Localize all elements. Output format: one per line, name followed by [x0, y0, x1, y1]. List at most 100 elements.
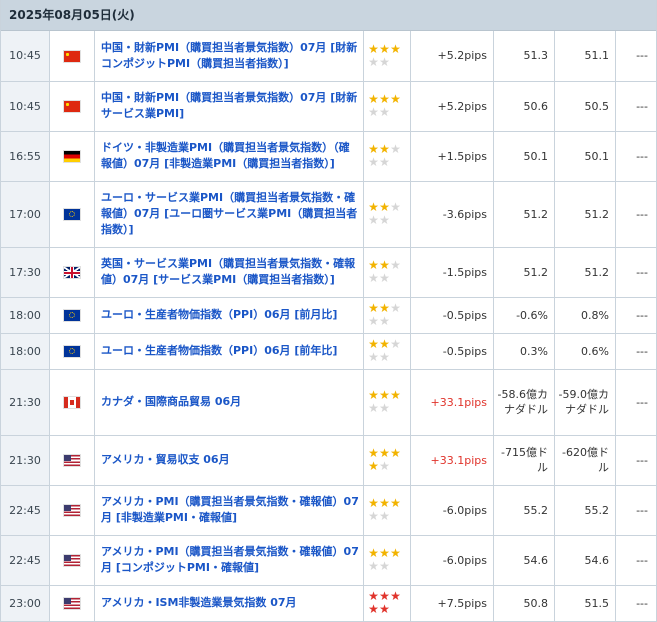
star-icon: ★ [368, 509, 379, 523]
result-value: --- [615, 181, 656, 248]
importance-stars: ★★★ ★★ [363, 247, 411, 298]
pips-change: +5.2pips [410, 81, 494, 132]
event-time: 21:30 [1, 435, 50, 486]
star-icon: ★ [379, 54, 390, 69]
event-name-link[interactable]: 中国・財新PMI（購買担当者景気指数）07月 [財新サービス業PMI] [94, 81, 364, 132]
event-name-link[interactable]: ユーロ・生産者物価指数（PPI）06月 [前月比] [94, 297, 364, 334]
event-country [49, 369, 95, 436]
star-icon: ★ [390, 388, 401, 402]
actual-value: 0.3% [493, 333, 555, 370]
star-icon: ★ [368, 155, 379, 169]
star-icon: ★ [390, 301, 401, 315]
event-time: 22:45 [1, 485, 50, 536]
result-value: --- [615, 535, 656, 586]
actual-value: 55.2 [493, 485, 555, 536]
event-name-link[interactable]: カナダ・国際商品貿易 06月 [94, 369, 364, 436]
star-icon: ★ [368, 459, 379, 473]
event-time: 17:00 [1, 181, 50, 248]
event-name-link[interactable]: アメリカ・ISM非製造業景気指数 07月 [94, 585, 364, 622]
event-row: 22:45 アメリカ・PMI（購買担当者景気指数・確報値）07月 [非製造業PMI… [1, 485, 656, 536]
china-flag-icon [64, 101, 80, 112]
star-icon: ★ [379, 459, 390, 473]
event-time: 17:30 [1, 247, 50, 298]
pips-change: +33.1pips [410, 435, 494, 486]
result-value: --- [615, 435, 656, 486]
event-row: 18:00 ユーロ・生産者物価指数（PPI）06月 [前月比] ★★★ ★★ -0.5p… [1, 297, 656, 334]
star-icon: ★ [390, 589, 401, 603]
importance-stars: ★★★ ★★ [363, 333, 411, 370]
star-icon: ★ [379, 271, 390, 285]
event-time: 22:45 [1, 535, 50, 586]
event-country [49, 297, 95, 334]
event-name-link[interactable]: ドイツ・非製造業PMI（購買担当者景気指数）（確報値）07月 [非製造業PMI（… [94, 131, 364, 182]
star-icon: ★ [390, 446, 401, 460]
event-row: 21:30 アメリカ・貿易収支 06月 ★★★ ★★ +33.1pips -715億ドル -… [1, 435, 656, 486]
importance-stars: ★★★ ★★ [363, 435, 411, 486]
star-icon: ★ [368, 401, 379, 415]
pips-change: +5.2pips [410, 31, 494, 82]
uk-flag-icon [64, 267, 80, 278]
eu-flag-icon [64, 209, 80, 220]
event-name-link[interactable]: 中国・財新PMI（購買担当者景気指数）07月 [財新コンポジットPMI（購買担当… [94, 31, 364, 82]
event-name-link[interactable]: ユーロ・サービス業PMI（購買担当者景気指数・確報値）07月 [ユーロ圏サービス… [94, 181, 364, 248]
pips-change: -6.0pips [410, 535, 494, 586]
result-value: --- [615, 31, 656, 82]
star-icon: ★ [379, 350, 390, 364]
event-country [49, 181, 95, 248]
star-icon: ★ [379, 509, 390, 523]
star-icon: ★ [390, 337, 401, 351]
usa-flag-icon [64, 505, 80, 516]
event-name-link[interactable]: 英国・サービス業PMI（購買担当者景気指数・確報値）07月 [サービス業PMI（… [94, 247, 364, 298]
event-name-link[interactable]: アメリカ・貿易収支 06月 [94, 435, 364, 486]
importance-stars: ★★★ ★★ [363, 131, 411, 182]
star-icon: ★ [368, 559, 379, 573]
result-value: --- [615, 81, 656, 132]
pips-change: -6.0pips [410, 485, 494, 536]
star-icon: ★ [368, 350, 379, 364]
event-name-link[interactable]: アメリカ・PMI（購買担当者景気指数・確報値）07月 [コンポジットPMI・確報… [94, 535, 364, 586]
usa-flag-icon [64, 555, 80, 566]
actual-value: 50.8 [493, 585, 555, 622]
event-name-link[interactable]: アメリカ・PMI（購買担当者景気指数・確報値）07月 [非製造業PMI・確報値] [94, 485, 364, 536]
event-row: 10:45 中国・財新PMI（購買担当者景気指数）07月 [財新コンポジットPMI… [1, 31, 656, 82]
previous-value: -620億ドル [554, 435, 616, 486]
star-icon: ★ [390, 92, 401, 106]
actual-value: 54.6 [493, 535, 555, 586]
pips-change: +33.1pips [410, 369, 494, 436]
event-row: 17:00 ユーロ・サービス業PMI（購買担当者景気指数・確報値）07月 [ユーロ… [1, 181, 656, 248]
event-time: 18:00 [1, 297, 50, 334]
star-icon: ★ [390, 496, 401, 510]
star-icon: ★ [368, 602, 379, 616]
event-country [49, 485, 95, 536]
star-icon: ★ [379, 314, 390, 328]
star-icon: ★ [368, 54, 379, 69]
event-row: 23:00 アメリカ・ISM非製造業景気指数 07月 ★★★ ★★ +7.5pips 50… [1, 585, 656, 622]
event-time: 18:00 [1, 333, 50, 370]
event-name-link[interactable]: ユーロ・生産者物価指数（PPI）06月 [前年比] [94, 333, 364, 370]
event-country [49, 247, 95, 298]
pips-change: +1.5pips [410, 131, 494, 182]
result-value: --- [615, 369, 656, 436]
result-value: --- [615, 333, 656, 370]
event-country [49, 435, 95, 486]
germany-flag-icon [64, 151, 80, 162]
china-flag-icon [64, 50, 80, 62]
star-icon: ★ [379, 401, 390, 415]
star-icon: ★ [390, 258, 401, 272]
actual-value: -58.6億カナダドル [493, 369, 555, 436]
event-country [49, 535, 95, 586]
event-country [49, 333, 95, 370]
importance-stars: ★★★ ★★ [363, 585, 411, 622]
event-row: 16:55 ドイツ・非製造業PMI（購買担当者景気指数）（確報値）07月 [非製造… [1, 131, 656, 182]
previous-value: 0.6% [554, 333, 616, 370]
star-icon: ★ [368, 213, 379, 227]
event-row: 10:45 中国・財新PMI（購買担当者景気指数）07月 [財新サービス業PMI]… [1, 81, 656, 132]
event-row: 17:30 英国・サービス業PMI（購買担当者景気指数・確報値）07月 [サービス… [1, 247, 656, 298]
importance-stars: ★★★ ★★ [363, 31, 411, 82]
star-icon: ★ [379, 559, 390, 573]
result-value: --- [615, 585, 656, 622]
importance-stars: ★★★ ★★ [363, 369, 411, 436]
canada-flag-icon [64, 397, 80, 408]
events-table: 10:45 中国・財新PMI（購買担当者景気指数）07月 [財新コンポジットPMI… [1, 31, 656, 622]
previous-value: 51.2 [554, 181, 616, 248]
